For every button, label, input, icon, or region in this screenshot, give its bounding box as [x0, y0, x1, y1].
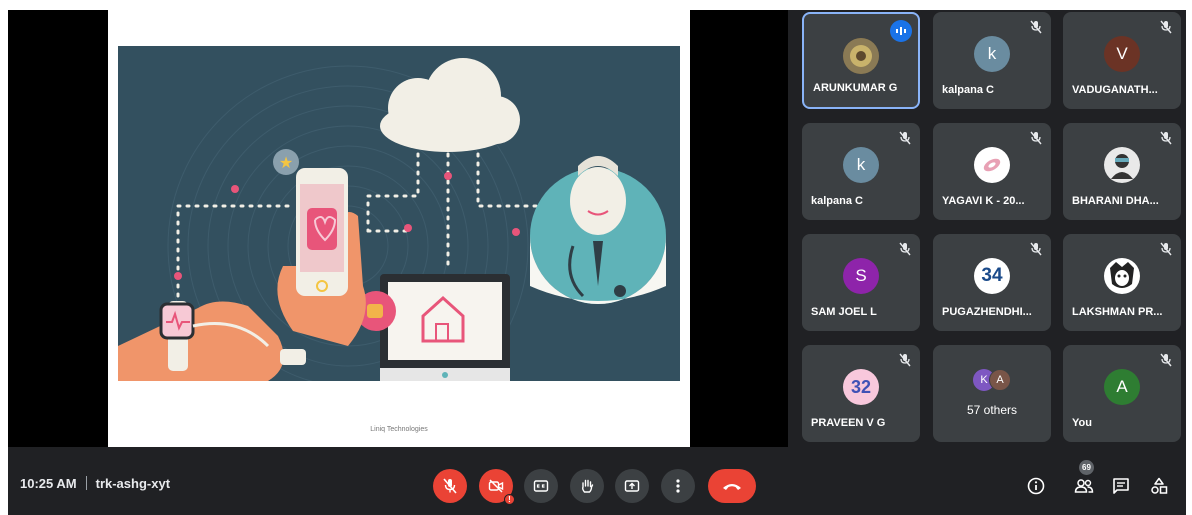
participant-name: VADUGANATH... [1072, 84, 1158, 96]
end-call-icon [723, 484, 741, 490]
people-icon [1074, 479, 1094, 493]
participant-tile[interactable]: k kalpana C [933, 12, 1051, 109]
activities-button[interactable] [1148, 475, 1170, 497]
participant-tile[interactable]: V VADUGANATH... [1063, 12, 1181, 109]
avatar: A [989, 369, 1011, 391]
more-vert-icon [676, 479, 680, 493]
present-now-button[interactable] [615, 469, 649, 503]
meeting-code: trk-ashg-xyt [95, 476, 171, 491]
others-tile[interactable]: K A 57 others [933, 345, 1051, 442]
participant-name: SAM JOEL L [811, 306, 877, 318]
camera-off-icon [488, 479, 504, 493]
divider [85, 476, 87, 490]
participant-tile[interactable]: 32 PRAVEEN V G [802, 345, 920, 442]
meeting-details-button[interactable] [1025, 475, 1047, 497]
people-button[interactable] [1073, 475, 1095, 497]
mic-muted-icon [899, 242, 911, 256]
captions-icon [533, 480, 549, 492]
participant-name: PUGAZHENDHI... [942, 306, 1032, 318]
camera-toggle-button[interactable]: ! [479, 469, 515, 505]
avatar: A [1104, 369, 1140, 405]
meet-window: ★ Liniq Technologies ARUNKUMAR G k kalpa… [8, 10, 1186, 515]
participant-name: PRAVEEN V G [811, 417, 886, 429]
mic-muted-icon [1160, 353, 1172, 367]
present-icon [624, 480, 640, 492]
participant-tile[interactable]: ARUNKUMAR G [802, 12, 920, 109]
mic-toggle-button[interactable] [433, 469, 467, 503]
self-tile[interactable]: A You [1063, 345, 1181, 442]
more-options-button[interactable] [661, 469, 695, 503]
participant-name: kalpana C [942, 84, 994, 96]
avatar: k [974, 36, 1010, 72]
avatar: V [1104, 36, 1140, 72]
chat-button[interactable] [1110, 475, 1132, 497]
warning-badge-icon: ! [504, 494, 515, 505]
avatar: S [843, 258, 879, 294]
mic-muted-icon [1160, 242, 1172, 256]
avatar [974, 147, 1010, 183]
avatar: 34 [974, 258, 1010, 294]
participant-name: You [1072, 417, 1092, 429]
shared-slide: ★ Liniq Technologies [108, 10, 690, 447]
avatar: 32 [843, 369, 879, 405]
avatar [1104, 258, 1140, 294]
mic-muted-icon [1160, 131, 1172, 145]
participant-tile[interactable]: S SAM JOEL L [802, 234, 920, 331]
activities-icon [1151, 477, 1168, 494]
participant-name: BHARANI DHA... [1072, 195, 1159, 207]
meeting-details: 10:25 AM trk-ashg-xyt [20, 476, 170, 491]
captions-button[interactable] [524, 469, 558, 503]
mic-muted-icon [1030, 20, 1042, 34]
svg-text:★: ★ [279, 155, 293, 172]
avatar [1104, 147, 1140, 183]
participant-tile[interactable]: BHARANI DHA... [1063, 123, 1181, 220]
leave-call-button[interactable] [708, 469, 756, 503]
raise-hand-icon [582, 479, 594, 493]
info-icon [1027, 477, 1045, 495]
participant-name: kalpana C [811, 195, 863, 207]
participant-tile[interactable]: YAGAVI K - 20... [933, 123, 1051, 220]
digital-health-illustration: ★ [118, 46, 680, 381]
slide-footer: Liniq Technologies [370, 426, 428, 433]
others-avatars: K A [973, 369, 1013, 391]
participant-name: YAGAVI K - 20... [942, 195, 1025, 207]
avatar [843, 38, 879, 74]
participant-tile[interactable]: k kalpana C [802, 123, 920, 220]
mic-muted-icon [1030, 131, 1042, 145]
others-count: 57 others [966, 403, 1018, 417]
participant-count-badge: 69 [1079, 460, 1094, 475]
participant-tile[interactable]: LAKSHMAN PR... [1063, 234, 1181, 331]
avatar: k [843, 147, 879, 183]
mic-muted-icon [1030, 242, 1042, 256]
presentation-stage: ★ Liniq Technologies [8, 10, 788, 447]
raise-hand-button[interactable] [570, 469, 604, 503]
chat-icon [1113, 478, 1129, 494]
participant-name: LAKSHMAN PR... [1072, 306, 1163, 318]
participant-tile[interactable]: 34 PUGAZHENDHI... [933, 234, 1051, 331]
speaking-indicator-icon [890, 20, 912, 42]
meeting-time: 10:25 AM [20, 476, 77, 491]
mic-off-icon [443, 478, 457, 494]
participant-name: ARUNKUMAR G [813, 82, 898, 94]
mic-muted-icon [899, 131, 911, 145]
mic-muted-icon [899, 353, 911, 367]
mic-muted-icon [1160, 20, 1172, 34]
